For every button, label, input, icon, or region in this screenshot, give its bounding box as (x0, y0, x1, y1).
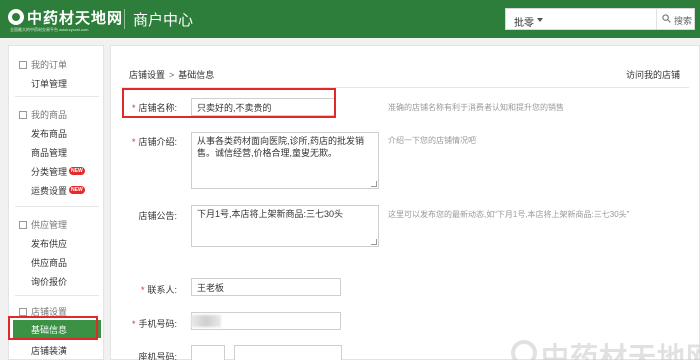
new-badge: NEW (69, 186, 85, 194)
resize-handle-icon[interactable] (371, 239, 377, 245)
sidebar-divider (15, 206, 99, 207)
landline-number-input[interactable] (234, 345, 342, 360)
mobile-label: * 手机号码: (131, 319, 177, 329)
sidebar-item-category-management[interactable]: 分类管理 NEW (31, 165, 85, 178)
resize-handle-icon[interactable] (371, 181, 377, 187)
chevron-down-icon[interactable] (537, 18, 543, 22)
page-title: 商户中心 (133, 11, 194, 29)
visit-my-shop-link[interactable]: 访问我的店铺 (626, 68, 680, 81)
search-button-label: 搜索 (674, 16, 693, 26)
sidebar-item-product-management[interactable]: 商品管理 (31, 146, 67, 159)
sidebar-item-shop-decoration[interactable]: 店铺装潢 (31, 344, 67, 357)
watermark-icon (511, 340, 537, 360)
landline-area-code-input[interactable] (191, 345, 225, 360)
shop-intro-hint: 介绍一下您的店铺情况吧 (388, 136, 476, 145)
highlight-box-sidebar (8, 316, 98, 340)
new-badge: NEW (69, 167, 85, 175)
sidebar-divider (15, 96, 99, 97)
breadcrumb-item-basic-info: 基础信息 (178, 70, 215, 80)
search-type-select[interactable]: 批零 (514, 14, 534, 29)
breadcrumb: 店铺设置 > 基础信息 (129, 68, 214, 81)
sidebar-item-order-management[interactable]: 订单管理 (31, 77, 67, 90)
sidebar-divider (15, 295, 99, 296)
sidebar-item-inquiry-quote[interactable]: 询价报价 (31, 275, 67, 288)
logo-subtitle: 全国最大的中药材交易平台 www.zyccst.com (10, 27, 89, 32)
logo-text: 中药材天地网 (27, 9, 124, 27)
shop-intro-textarea[interactable]: 从事各类药材面向医院,诊所,药店的批发销售。诚信经营,价格合理,童叟无欺。 (191, 132, 379, 189)
search-bar: 批零 搜索 (505, 8, 695, 30)
shop-notice-hint: 这里可以发布您的最新动态,如“下月1号,本店将上架新商品:三七30头” (388, 210, 630, 219)
shop-settings-icon (19, 308, 27, 316)
top-header: 中药材天地网 全国最大的中药材交易平台 www.zyccst.com 商户中心 … (0, 0, 700, 38)
redacted-phone (191, 315, 221, 327)
shop-notice-textarea[interactable]: 下月1号,本店将上架新商品:三七30头 (191, 205, 379, 247)
sidebar-item-publish-supply[interactable]: 发布供应 (31, 237, 67, 250)
sidebar: 我的订单 订单管理 我的商品 发布商品 商品管理 分类管理 NEW 运费设置 NEW… (8, 45, 104, 360)
sidebar-group-supply: 供应管理 (19, 218, 67, 232)
sidebar-group-products: 我的商品 (19, 108, 67, 122)
landline-label: 座机号码: (138, 352, 177, 360)
breadcrumb-item-shop-settings[interactable]: 店铺设置 (129, 70, 165, 80)
orders-icon (19, 61, 27, 69)
contact-input[interactable]: 王老板 (191, 278, 341, 296)
search-button[interactable]: 搜索 (656, 9, 695, 29)
site-logo[interactable]: 中药材天地网 全国最大的中药材交易平台 www.zyccst.com (8, 5, 126, 33)
shop-name-hint: 准确的店铺名称有利于消费者认知和提升您的销售 (388, 103, 564, 112)
supply-icon (19, 221, 27, 229)
sidebar-item-supply-products[interactable]: 供应商品 (31, 256, 67, 269)
highlight-box-shop-name (122, 88, 336, 118)
contact-label: * 联系人: (140, 285, 177, 295)
shop-notice-label: 店铺公告: (138, 211, 177, 221)
search-icon (662, 14, 671, 23)
breadcrumb-separator: > (169, 70, 175, 80)
logo-icon (8, 9, 24, 25)
shop-intro-label: * 店铺介绍: (131, 137, 177, 147)
header-divider (124, 9, 125, 29)
sidebar-group-orders: 我的订单 (19, 58, 67, 72)
sidebar-item-shipping-settings[interactable]: 运费设置 NEW (31, 184, 85, 197)
products-icon (19, 111, 27, 119)
watermark: 中药材天地网 (541, 341, 700, 360)
sidebar-item-publish-product[interactable]: 发布商品 (31, 127, 67, 140)
